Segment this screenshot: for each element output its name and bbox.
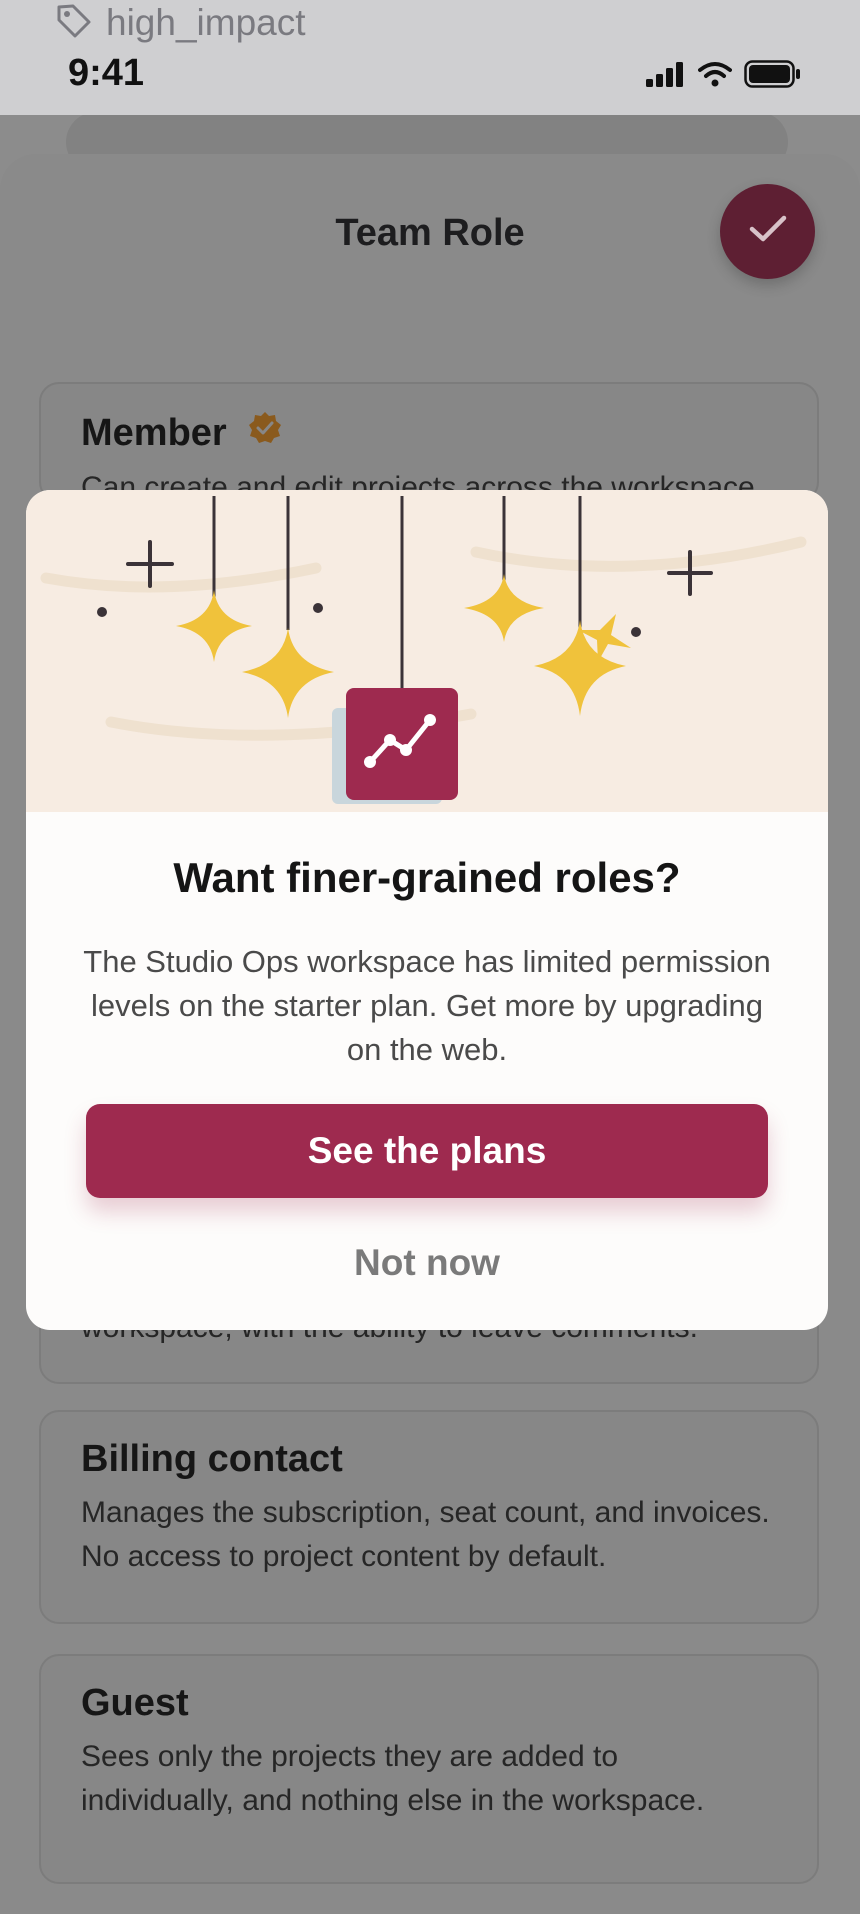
hero-illustration — [26, 490, 828, 812]
verified-badge-icon — [247, 410, 283, 456]
role-name: Member — [81, 410, 777, 456]
role-name-text: Member — [81, 411, 227, 454]
tag-label: high_impact — [106, 2, 306, 43]
battery-icon — [744, 60, 802, 93]
see-plans-button[interactable]: See the plans — [86, 1104, 768, 1198]
role-card-guest[interactable]: Guest Sees only the projects they are ad… — [39, 1654, 819, 1884]
modal-body: The Studio Ops workspace has limited per… — [83, 944, 771, 1067]
signal-icon — [646, 61, 686, 92]
confirm-button[interactable] — [720, 184, 815, 279]
modal-title: Want finer-grained roles? — [173, 854, 681, 901]
role-name: Billing contact — [81, 1438, 343, 1480]
role-description: Sees only the projects they are added to… — [81, 1740, 705, 1817]
wifi-icon — [698, 61, 732, 92]
tag-row: high_impact — [54, 0, 306, 46]
upgrade-modal: Want finer-grained roles? The Studio Ops… — [26, 490, 828, 1330]
tag-icon — [54, 1, 94, 46]
checkmark-icon — [748, 214, 788, 249]
status-bar: high_impact 9:41 — [0, 0, 860, 115]
status-icons — [646, 60, 802, 93]
role-card-billing-contact[interactable]: Billing contact Manages the subscription… — [39, 1410, 819, 1624]
role-card-member[interactable]: Member Can create and edit projects acro… — [39, 382, 819, 504]
status-time: 9:41 — [68, 52, 145, 94]
not-now-button[interactable]: Not now — [226, 1228, 628, 1298]
role-description: Manages the subscription, seat count, an… — [81, 1496, 770, 1573]
role-name: Guest — [81, 1682, 189, 1724]
hero-art — [40, 496, 807, 804]
